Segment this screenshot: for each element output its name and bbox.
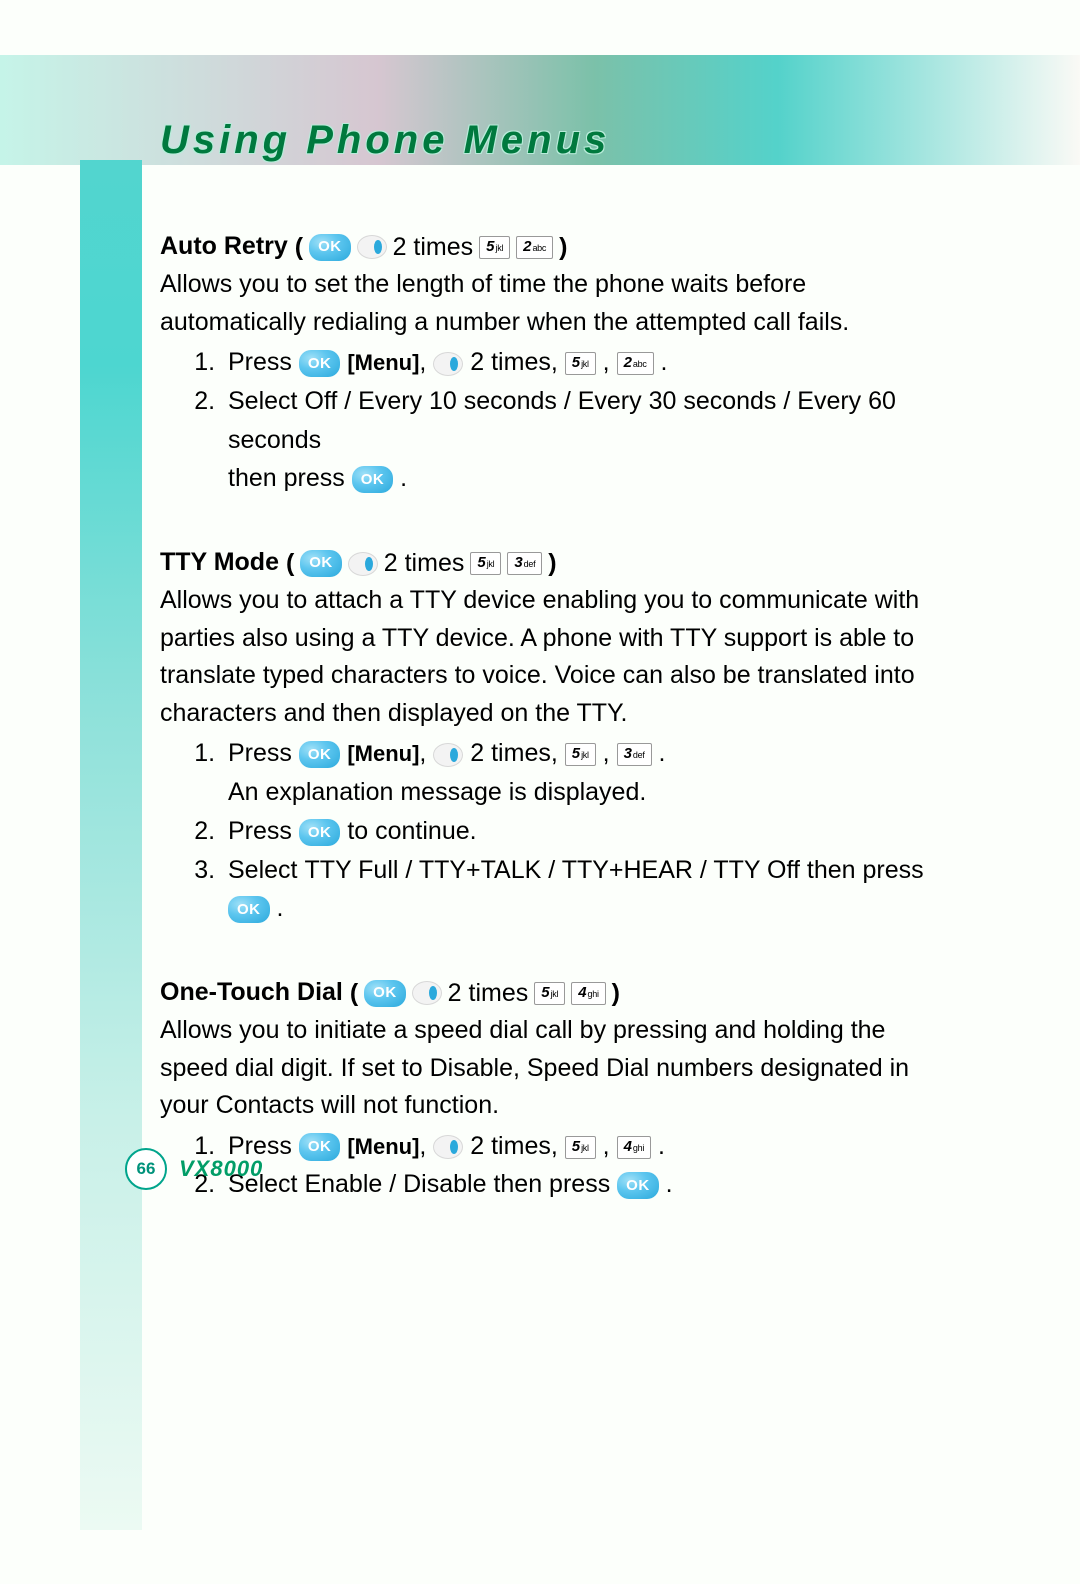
tty-step-1: Press OK [Menu], 2 times, 5jkl , 3def . … xyxy=(222,734,950,812)
one-touch-steps: Press OK [Menu], 2 times, 5jkl , 4ghi . … xyxy=(160,1127,950,1205)
two-times-label: 2 times xyxy=(448,975,529,1013)
two-times-label: 2 times, xyxy=(470,739,558,767)
press-label: Press xyxy=(228,348,292,376)
key-4: 4ghi xyxy=(617,1136,651,1159)
page-number-badge: 66 xyxy=(125,1148,167,1190)
nav-right-icon xyxy=(433,743,463,767)
then-press-label: then press xyxy=(228,464,345,492)
nav-right-icon xyxy=(348,552,378,576)
auto-retry-steps: Press OK [Menu], 2 times, 5jkl , 2abc . … xyxy=(160,343,950,498)
section-one-touch: One-Touch Dial ( OK 2 times 5jkl 4ghi ) … xyxy=(160,974,950,1204)
model-label: VX8000 xyxy=(179,1156,263,1182)
press-label: Press xyxy=(228,817,292,845)
menu-label: [Menu] xyxy=(347,350,419,375)
one-touch-paragraph: Allows you to initiate a speed dial call… xyxy=(160,1012,950,1125)
ok-key-icon: OK xyxy=(352,466,394,493)
tty-step-3: Select TTY Full / TTY+TALK / TTY+HEAR / … xyxy=(222,851,950,929)
manual-page: Using Phone Menus Auto Retry ( OK 2 time… xyxy=(0,0,1080,1584)
then-press-label: then press xyxy=(493,1170,610,1198)
tty-options: TTY Full / TTY+TALK / TTY+HEAR / TTY Off xyxy=(304,856,800,884)
nav-right-icon xyxy=(357,235,387,259)
to-continue-label: to continue. xyxy=(347,817,476,845)
ok-key-icon: OK xyxy=(309,234,351,261)
ok-key-icon: OK xyxy=(299,1133,341,1160)
open-paren: ( xyxy=(286,545,294,583)
close-paren: ) xyxy=(548,545,556,583)
ok-key-icon: OK xyxy=(300,550,342,577)
one-touch-title: One-Touch Dial xyxy=(160,978,343,1006)
auto-retry-step-1: Press OK [Menu], 2 times, 5jkl , 2abc . xyxy=(222,343,950,382)
two-times-label: 2 times xyxy=(393,229,474,267)
page-title: Using Phone Menus xyxy=(160,118,610,163)
tty-step-2: Press OK to continue. xyxy=(222,812,950,851)
key-5: 5jkl xyxy=(470,552,501,575)
tty-title: TTY Mode xyxy=(160,548,279,576)
one-touch-step-2: Select Enable / Disable then press OK . xyxy=(222,1165,950,1204)
auto-retry-options: Off / Every 10 seconds / Every 30 second… xyxy=(228,387,896,454)
nav-right-icon xyxy=(412,981,442,1005)
key-5: 5jkl xyxy=(565,1136,596,1159)
section-tty-mode: TTY Mode ( OK 2 times 5jkl 3def ) Allows… xyxy=(160,544,950,928)
page-footer: 66 VX8000 xyxy=(125,1148,263,1190)
ok-key-icon: OK xyxy=(299,741,341,768)
select-label: Select xyxy=(228,856,297,884)
auto-retry-paragraph: Allows you to set the length of time the… xyxy=(160,266,950,341)
menu-label: [Menu] xyxy=(347,1134,419,1159)
key-3: 3def xyxy=(507,552,542,575)
key-5: 5jkl xyxy=(565,352,596,375)
auto-retry-title: Auto Retry xyxy=(160,232,288,260)
two-times-label: 2 times, xyxy=(470,1132,558,1160)
section-auto-retry: Auto Retry ( OK 2 times 5jkl 2abc ) Allo… xyxy=(160,228,950,498)
auto-retry-step-2: Select Off / Every 10 seconds / Every 30… xyxy=(222,382,950,498)
two-times-label: 2 times, xyxy=(470,348,558,376)
ok-key-icon: OK xyxy=(299,350,341,377)
tty-paragraph: Allows you to attach a TTY device enabli… xyxy=(160,582,950,732)
auto-retry-shortcut: ( OK 2 times 5jkl 2abc ) xyxy=(295,229,568,267)
ok-key-icon: OK xyxy=(617,1172,659,1199)
menu-label: [Menu] xyxy=(347,741,419,766)
key-3: 3def xyxy=(617,743,652,766)
ok-key-icon: OK xyxy=(228,896,270,923)
then-press-label: then press xyxy=(807,856,924,884)
key-5: 5jkl xyxy=(565,743,596,766)
one-touch-shortcut: ( OK 2 times 5jkl 4ghi ) xyxy=(350,975,620,1013)
nav-right-icon xyxy=(433,1135,463,1159)
key-2: 2abc xyxy=(617,352,654,375)
open-paren: ( xyxy=(350,975,358,1013)
press-label: Press xyxy=(228,739,292,767)
key-5: 5jkl xyxy=(534,982,565,1005)
ok-key-icon: OK xyxy=(364,980,406,1007)
nav-right-icon xyxy=(433,352,463,376)
tty-steps: Press OK [Menu], 2 times, 5jkl , 3def . … xyxy=(160,734,950,928)
ok-key-icon: OK xyxy=(299,819,341,846)
one-touch-options: Enable / Disable xyxy=(304,1170,486,1198)
tty-step-1-tail: An explanation message is displayed. xyxy=(228,778,646,806)
key-2: 2abc xyxy=(516,236,553,259)
close-paren: ) xyxy=(612,975,620,1013)
tty-shortcut: ( OK 2 times 5jkl 3def ) xyxy=(286,545,557,583)
side-band xyxy=(80,160,142,1530)
select-label: Select xyxy=(228,387,297,415)
key-5: 5jkl xyxy=(479,236,510,259)
two-times-label: 2 times xyxy=(384,545,465,583)
close-paren: ) xyxy=(559,229,567,267)
open-paren: ( xyxy=(295,229,303,267)
body-content: Auto Retry ( OK 2 times 5jkl 2abc ) Allo… xyxy=(160,220,950,1204)
key-4: 4ghi xyxy=(571,982,605,1005)
one-touch-step-1: Press OK [Menu], 2 times, 5jkl , 4ghi . xyxy=(222,1127,950,1166)
